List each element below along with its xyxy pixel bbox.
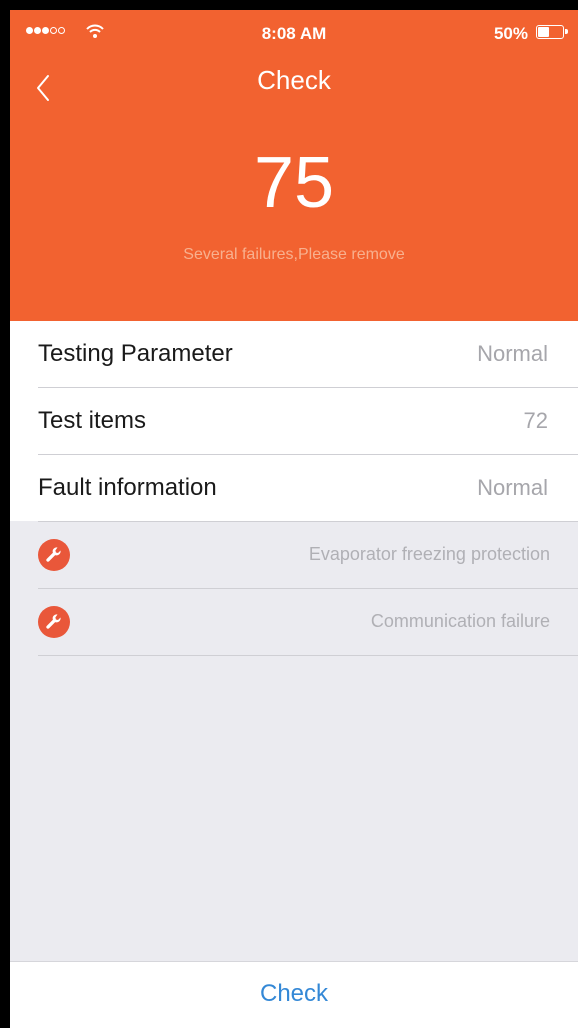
- info-row-fault-information: Fault information Normal: [38, 455, 578, 521]
- fault-text: Evaporator freezing protection: [308, 544, 550, 564]
- page-title: Check: [257, 65, 331, 95]
- info-value: Normal: [477, 475, 548, 500]
- fault-list: Evaporator freezing protection Communica…: [10, 521, 578, 656]
- phone-screen: 8:08 AM 50% Check 75 Several failures,Pl…: [10, 10, 578, 1028]
- status-time: 8:08 AM: [261, 24, 327, 43]
- info-row-testing-parameter: Testing Parameter Normal: [38, 321, 578, 388]
- wrench-icon: [38, 606, 70, 638]
- score-message: Several failures,Please remove: [183, 246, 405, 263]
- bottom-bar: Check: [10, 961, 578, 1028]
- info-row-test-items: Test items 72: [38, 388, 578, 455]
- battery-icon: [536, 25, 568, 39]
- fault-item[interactable]: Communication failure: [38, 589, 578, 656]
- info-value: 72: [523, 408, 548, 433]
- battery-percent: 50%: [493, 24, 528, 43]
- wrench-icon: [38, 539, 70, 571]
- status-bar: 8:08 AM 50%: [10, 10, 578, 54]
- info-label: Testing Parameter: [38, 340, 233, 367]
- info-label: Test items: [38, 407, 147, 434]
- info-value: Normal: [477, 341, 548, 366]
- check-score: 75: [253, 143, 335, 223]
- info-list: Testing Parameter Normal Test items 72 F…: [10, 321, 578, 521]
- info-label: Fault information: [38, 474, 217, 501]
- check-button[interactable]: Check: [10, 962, 578, 1026]
- fault-item[interactable]: Evaporator freezing protection: [38, 521, 578, 589]
- fault-text: Communication failure: [370, 611, 550, 631]
- score-header: 8:08 AM 50% Check 75 Several failures,Pl…: [10, 10, 578, 321]
